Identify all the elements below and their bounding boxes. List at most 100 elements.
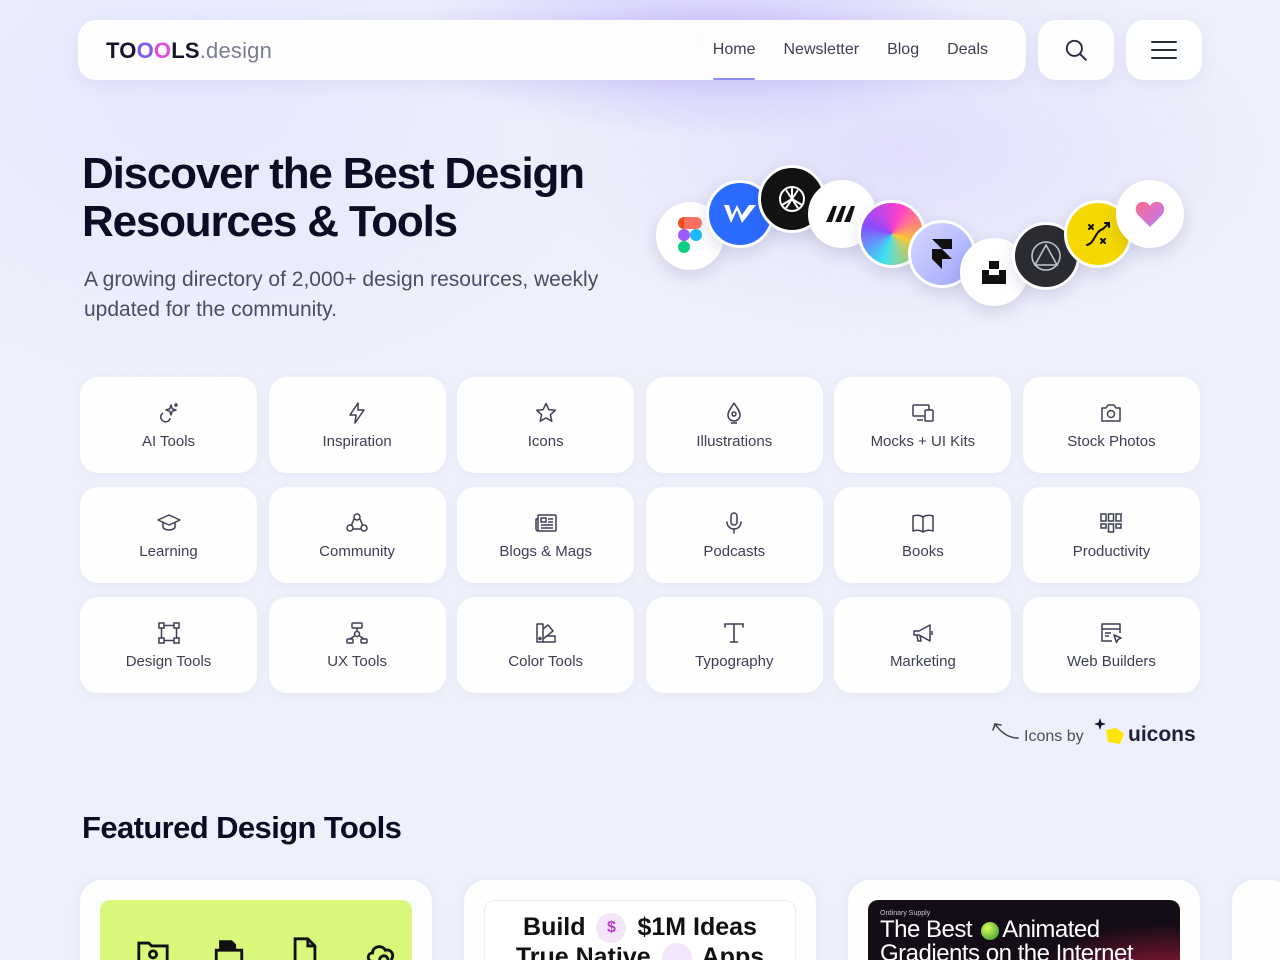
featured-icon-row — [136, 936, 398, 960]
book-icon — [911, 511, 935, 535]
curved-arrow-icon — [992, 723, 1019, 739]
hamburger-menu-icon — [1151, 41, 1177, 59]
category-label: Learning — [139, 542, 198, 560]
community-icon — [345, 511, 369, 535]
category-card-color-tools[interactable]: Color Tools — [457, 597, 635, 693]
credit-text: Icons by — [1024, 728, 1084, 745]
nav-link-newsletter[interactable]: Newsletter — [783, 20, 859, 80]
ai-sparkle-icon — [157, 401, 181, 425]
nav-link-deals[interactable]: Deals — [947, 20, 988, 80]
folder-icon — [137, 941, 169, 960]
hero-title: Discover the Best Design Resources & Too… — [82, 149, 585, 246]
files-icon — [214, 940, 244, 960]
category-card-illustrations[interactable]: Illustrations — [645, 377, 823, 473]
lightning-icon — [345, 401, 369, 425]
headline-part: Apps — [701, 943, 765, 960]
headline-part: Animated — [1002, 916, 1100, 943]
category-label: Books — [902, 542, 944, 560]
category-label: Web Builders — [1067, 652, 1156, 670]
category-label: Color Tools — [508, 652, 584, 670]
logo-letter: O — [136, 38, 154, 63]
category-label: Illustrations — [696, 432, 773, 450]
grid-icon — [1099, 511, 1123, 535]
megaphone-icon — [911, 621, 935, 645]
category-label: Typography — [695, 652, 774, 670]
camera-icon — [1099, 401, 1123, 425]
category-label: Inspiration — [322, 432, 392, 450]
category-card-marketing[interactable]: Marketing — [834, 597, 1012, 693]
category-label: Community — [319, 542, 396, 560]
top-navbar: TO O O LS .design Home Newsletter Blog D… — [78, 20, 1026, 80]
icons-credit: Icons by uicons — [990, 718, 1200, 758]
category-card-icons[interactable]: Icons — [457, 377, 635, 473]
search-button[interactable] — [1038, 20, 1114, 80]
vector-square-icon — [157, 621, 181, 645]
nav-link-home[interactable]: Home — [712, 20, 755, 80]
headline-part: True Native — [515, 943, 651, 960]
devices-icon — [911, 401, 935, 425]
category-label: Icons — [527, 432, 564, 450]
headline-part: Gradients on the Internet — [880, 940, 1134, 960]
flowchart-icon — [345, 621, 369, 645]
uicons-sparkle-icon — [1094, 718, 1124, 744]
featured-headline: The Best Animated Gradients on the Intern… — [880, 916, 1134, 960]
category-card-ux-tools[interactable]: UX Tools — [268, 597, 446, 693]
newspaper-icon — [534, 511, 558, 535]
featured-headline: Build $ $1M Ideas — [485, 913, 795, 944]
featured-card-partial[interactable] — [1232, 880, 1280, 960]
category-card-community[interactable]: Community — [268, 487, 446, 583]
pen-nib-icon — [722, 401, 746, 425]
category-grid: AI Tools Inspiration Icons Illustrations… — [80, 377, 1200, 693]
featured-card-image: Build $ $1M Ideas True Native Apps — [484, 900, 796, 960]
category-label: Podcasts — [703, 542, 766, 560]
nav-links: Home Newsletter Blog Deals — [712, 20, 988, 80]
featured-headline: True Native Apps — [485, 943, 795, 960]
text-t-icon — [722, 621, 746, 645]
headline-part: $1M Ideas — [637, 913, 757, 941]
logo-letter: O — [153, 38, 172, 63]
category-card-blogs-mags[interactable]: Blogs & Mags — [457, 487, 635, 583]
category-card-inspiration[interactable]: Inspiration — [268, 377, 446, 473]
category-label: Blogs & Mags — [499, 542, 592, 560]
uicons-brand-link[interactable]: uicons — [1128, 723, 1196, 747]
featured-section-title: Featured Design Tools — [82, 810, 402, 845]
search-icon — [1065, 39, 1087, 61]
category-label: AI Tools — [141, 432, 196, 450]
featured-card[interactable]: Build $ $1M Ideas True Native Apps — [464, 880, 816, 960]
heart-logo-icon — [1116, 180, 1184, 248]
headline-part: Build — [523, 913, 586, 941]
category-label: Stock Photos — [1067, 432, 1156, 450]
category-card-books[interactable]: Books — [834, 487, 1012, 583]
menu-button[interactable] — [1126, 20, 1202, 80]
category-card-web-builders[interactable]: Web Builders — [1022, 597, 1200, 693]
star-icon — [534, 401, 558, 425]
category-card-typography[interactable]: Typography — [645, 597, 823, 693]
browser-cursor-icon — [1099, 621, 1123, 645]
category-card-stock-photos[interactable]: Stock Photos — [1022, 377, 1200, 473]
nav-link-blog[interactable]: Blog — [887, 20, 919, 80]
category-card-design-tools[interactable]: Design Tools — [80, 597, 257, 693]
logo-suffix: LS — [171, 38, 200, 63]
palette-swatch-icon — [534, 621, 558, 645]
featured-card[interactable] — [80, 880, 432, 960]
category-label: UX Tools — [327, 652, 387, 670]
category-label: Marketing — [889, 652, 956, 670]
featured-card-image — [100, 900, 412, 960]
category-card-mocks-ui-kits[interactable]: Mocks + UI Kits — [834, 377, 1012, 473]
dollar-coin-icon: $ — [596, 913, 627, 944]
category-label: Design Tools — [125, 652, 212, 670]
gradient-dot-icon — [981, 921, 1000, 940]
category-label: Productivity — [1072, 542, 1151, 560]
cloud-gear-icon — [366, 945, 395, 960]
category-card-ai-tools[interactable]: AI Tools — [80, 377, 257, 473]
microphone-icon — [722, 511, 746, 535]
coin-icon — [661, 943, 692, 960]
hero-subtitle: A growing directory of 2,000+ design res… — [84, 268, 599, 321]
site-logo[interactable]: TO O O LS .design — [106, 38, 272, 64]
logo-prefix: TO — [106, 38, 137, 63]
category-card-podcasts[interactable]: Podcasts — [645, 487, 823, 583]
category-card-learning[interactable]: Learning — [80, 487, 257, 583]
category-card-productivity[interactable]: Productivity — [1022, 487, 1200, 583]
featured-card[interactable]: Ordinary Supply The Best Animated Gradien… — [848, 880, 1200, 960]
featured-card-image: Ordinary Supply The Best Animated Gradien… — [868, 900, 1180, 960]
